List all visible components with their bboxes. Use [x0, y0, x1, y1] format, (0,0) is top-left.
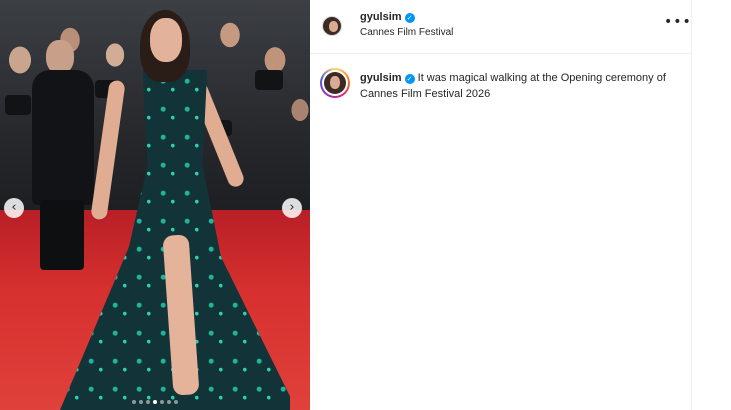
carousel-dot — [167, 400, 171, 404]
carousel-dot — [146, 400, 150, 404]
post-media-carousel[interactable]: ‹ › — [0, 0, 310, 410]
carousel-dot — [160, 400, 164, 404]
caption-avatar[interactable] — [324, 72, 346, 94]
caption-username[interactable]: gyulsim — [360, 72, 402, 84]
more-options-icon[interactable]: ••• — [664, 14, 692, 30]
carousel-dot — [139, 400, 143, 404]
post-header: gyulsim ✓ Cannes Film Festival ••• — [310, 0, 692, 54]
post-details-panel: gyulsim ✓ Cannes Film Festival ••• gyulsi… — [310, 0, 692, 410]
verified-badge-icon: ✓ — [404, 74, 415, 84]
carousel-indicator — [0, 400, 310, 406]
woman-in-gown — [60, 10, 290, 410]
author-username[interactable]: gyulsim — [360, 11, 402, 23]
author-avatar[interactable] — [322, 16, 342, 36]
verified-badge-icon: ✓ — [404, 13, 415, 23]
carousel-dot — [174, 400, 178, 404]
carousel-dot — [132, 400, 136, 404]
chevron-left-icon[interactable]: ‹ — [4, 198, 24, 218]
author-username-row[interactable]: gyulsim ✓ — [360, 11, 415, 23]
instagram-post: ‹ › gyulsim ✓ Cannes Film Festival ••• gy… — [0, 0, 731, 410]
caption-text: gyulsim ✓ It was magical walking at the O… — [360, 70, 680, 102]
story-ring[interactable] — [320, 68, 350, 98]
chevron-right-icon[interactable]: › — [282, 198, 302, 218]
post-location[interactable]: Cannes Film Festival — [360, 27, 453, 38]
carousel-dot — [153, 400, 157, 404]
